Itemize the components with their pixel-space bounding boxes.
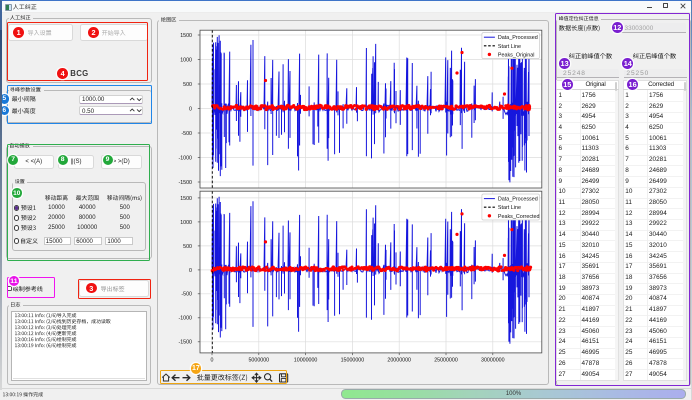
- svg-text:Start Line: Start Line: [498, 205, 521, 211]
- svg-text:-1000: -1000: [178, 155, 192, 161]
- svg-text:500: 500: [183, 244, 192, 250]
- svg-text:Peaks_Corrected: Peaks_Corrected: [498, 214, 540, 220]
- svg-text:20000000: 20000000: [387, 358, 411, 364]
- svg-text:30000000: 30000000: [481, 358, 505, 364]
- svg-text:1000: 1000: [180, 220, 192, 226]
- svg-text:0: 0: [189, 268, 192, 274]
- svg-text:1000: 1000: [180, 57, 192, 63]
- svg-text:0: 0: [211, 358, 214, 364]
- svg-text:1500: 1500: [180, 196, 192, 202]
- svg-text:Start Line: Start Line: [498, 44, 521, 50]
- svg-text:-500: -500: [181, 131, 192, 137]
- svg-text:15000000: 15000000: [341, 358, 365, 364]
- svg-text:5000000: 5000000: [248, 358, 269, 364]
- svg-text:25000000: 25000000: [434, 358, 458, 364]
- svg-text:10000000: 10000000: [294, 358, 318, 364]
- svg-text:-1000: -1000: [178, 316, 192, 322]
- svg-text:Data_Processed: Data_Processed: [498, 197, 538, 203]
- svg-text:500: 500: [183, 82, 192, 88]
- svg-text:1500: 1500: [180, 33, 192, 39]
- svg-text:Peaks_Original: Peaks_Original: [498, 52, 535, 58]
- svg-text:-1500: -1500: [178, 180, 192, 186]
- svg-text:0: 0: [189, 106, 192, 112]
- svg-text:-1500: -1500: [178, 340, 192, 346]
- svg-text:-500: -500: [181, 292, 192, 298]
- svg-text:Data_Processed: Data_Processed: [498, 35, 538, 41]
